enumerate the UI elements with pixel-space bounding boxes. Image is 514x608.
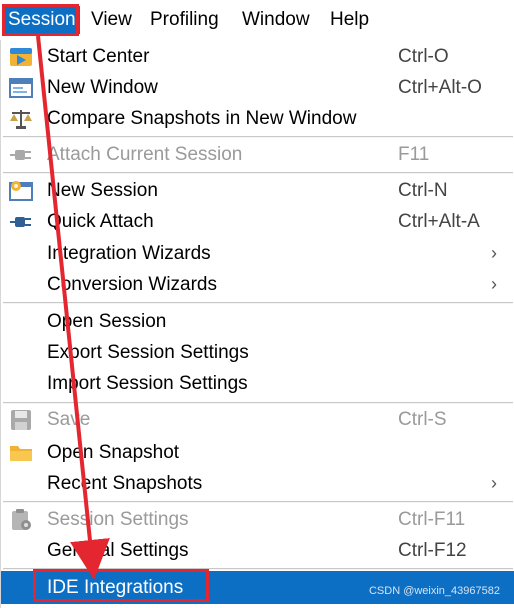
menu-item-label: New Window	[47, 77, 158, 98]
scales-icon	[9, 108, 33, 130]
session-annotation-box	[2, 4, 79, 36]
save-icon	[9, 409, 33, 431]
menu-item-recent-snapshots[interactable]: Recent Snapshots ›	[1, 468, 514, 499]
menu-item-label: Open Snapshot	[47, 442, 180, 463]
menu-item-label: General Settings	[47, 540, 189, 561]
menu-item-session-settings: Session Settings Ctrl-F11	[1, 504, 514, 535]
menu-item-general-settings[interactable]: General Settings Ctrl-F12	[1, 535, 514, 566]
menu-item-start-center[interactable]: Start Center Ctrl-O	[1, 41, 514, 72]
plug-icon	[9, 144, 33, 166]
new-window-icon	[9, 77, 33, 99]
menu-item-shortcut: Ctrl-N	[398, 180, 448, 201]
menu-item-label: Session Settings	[47, 509, 189, 530]
folder-icon	[9, 442, 33, 464]
start-center-icon	[9, 46, 33, 68]
menu-item-label: New Session	[47, 180, 158, 201]
menu-separator	[3, 302, 513, 304]
menu-item-label: Conversion Wizards	[47, 274, 217, 295]
menu-separator	[3, 172, 513, 174]
menu-item-attach-current-session: Attach Current Session F11	[1, 139, 514, 170]
menu-item-export-session-settings[interactable]: Export Session Settings	[1, 337, 514, 368]
menu-item-label: Import Session Settings	[47, 373, 248, 394]
ide-integrations-annotation-box	[33, 569, 209, 602]
menu-item-label: Start Center	[47, 46, 150, 67]
menu-item-label: Integration Wizards	[47, 243, 211, 264]
menu-item-label: Save	[47, 409, 91, 430]
menu-item-compare-snapshots[interactable]: Compare Snapshots in New Window	[1, 103, 514, 134]
menu-item-new-session[interactable]: New Session Ctrl-N	[1, 175, 514, 206]
menu-item-label: Quick Attach	[47, 211, 154, 232]
plug-icon	[9, 211, 33, 233]
menu-item-label: Open Session	[47, 311, 167, 332]
menubar-view[interactable]: View	[87, 6, 136, 34]
menu-item-import-session-settings[interactable]: Import Session Settings	[1, 368, 514, 399]
menu-item-shortcut: Ctrl+Alt-A	[398, 211, 480, 232]
menu-separator	[3, 501, 513, 503]
menu-item-open-snapshot[interactable]: Open Snapshot	[1, 437, 514, 468]
menu-item-shortcut: Ctrl-S	[398, 409, 447, 430]
menu-item-save: Save Ctrl-S	[1, 404, 514, 435]
menu-item-conversion-wizards[interactable]: Conversion Wizards ›	[1, 269, 514, 300]
session-dropdown-menu: Start Center Ctrl-O New Window Ctrl+Alt-…	[0, 40, 514, 608]
menu-item-shortcut: Ctrl-F11	[398, 509, 466, 530]
chevron-right-icon: ›	[491, 243, 497, 263]
menubar-profiling[interactable]: Profiling	[146, 6, 223, 34]
menubar-help[interactable]: Help	[326, 6, 373, 34]
menu-item-integration-wizards[interactable]: Integration Wizards ›	[1, 238, 514, 269]
menubar-window[interactable]: Window	[238, 6, 314, 34]
menu-item-label: Attach Current Session	[47, 144, 243, 165]
chevron-right-icon: ›	[491, 274, 497, 294]
watermark: CSDN @weixin_43967582	[368, 585, 500, 597]
menu-item-shortcut: F11	[398, 144, 430, 165]
menu-item-label: Recent Snapshots	[47, 473, 203, 494]
clipboard-settings-icon	[9, 509, 33, 531]
menu-item-new-window[interactable]: New Window Ctrl+Alt-O	[1, 72, 514, 103]
chevron-right-icon: ›	[491, 473, 497, 493]
new-session-icon	[9, 180, 33, 202]
menu-item-quick-attach[interactable]: Quick Attach Ctrl+Alt-A	[1, 206, 514, 237]
menu-item-open-session[interactable]: Open Session	[1, 306, 514, 337]
menu-bar: Session View Profiling Window Help	[0, 0, 514, 40]
menu-item-shortcut: Ctrl-O	[398, 46, 449, 67]
menu-separator	[3, 136, 513, 138]
menu-item-shortcut: Ctrl-F12	[398, 540, 467, 561]
menu-item-shortcut: Ctrl+Alt-O	[398, 77, 482, 98]
menu-item-label: Export Session Settings	[47, 342, 249, 363]
menu-item-label: Compare Snapshots in New Window	[47, 108, 357, 129]
